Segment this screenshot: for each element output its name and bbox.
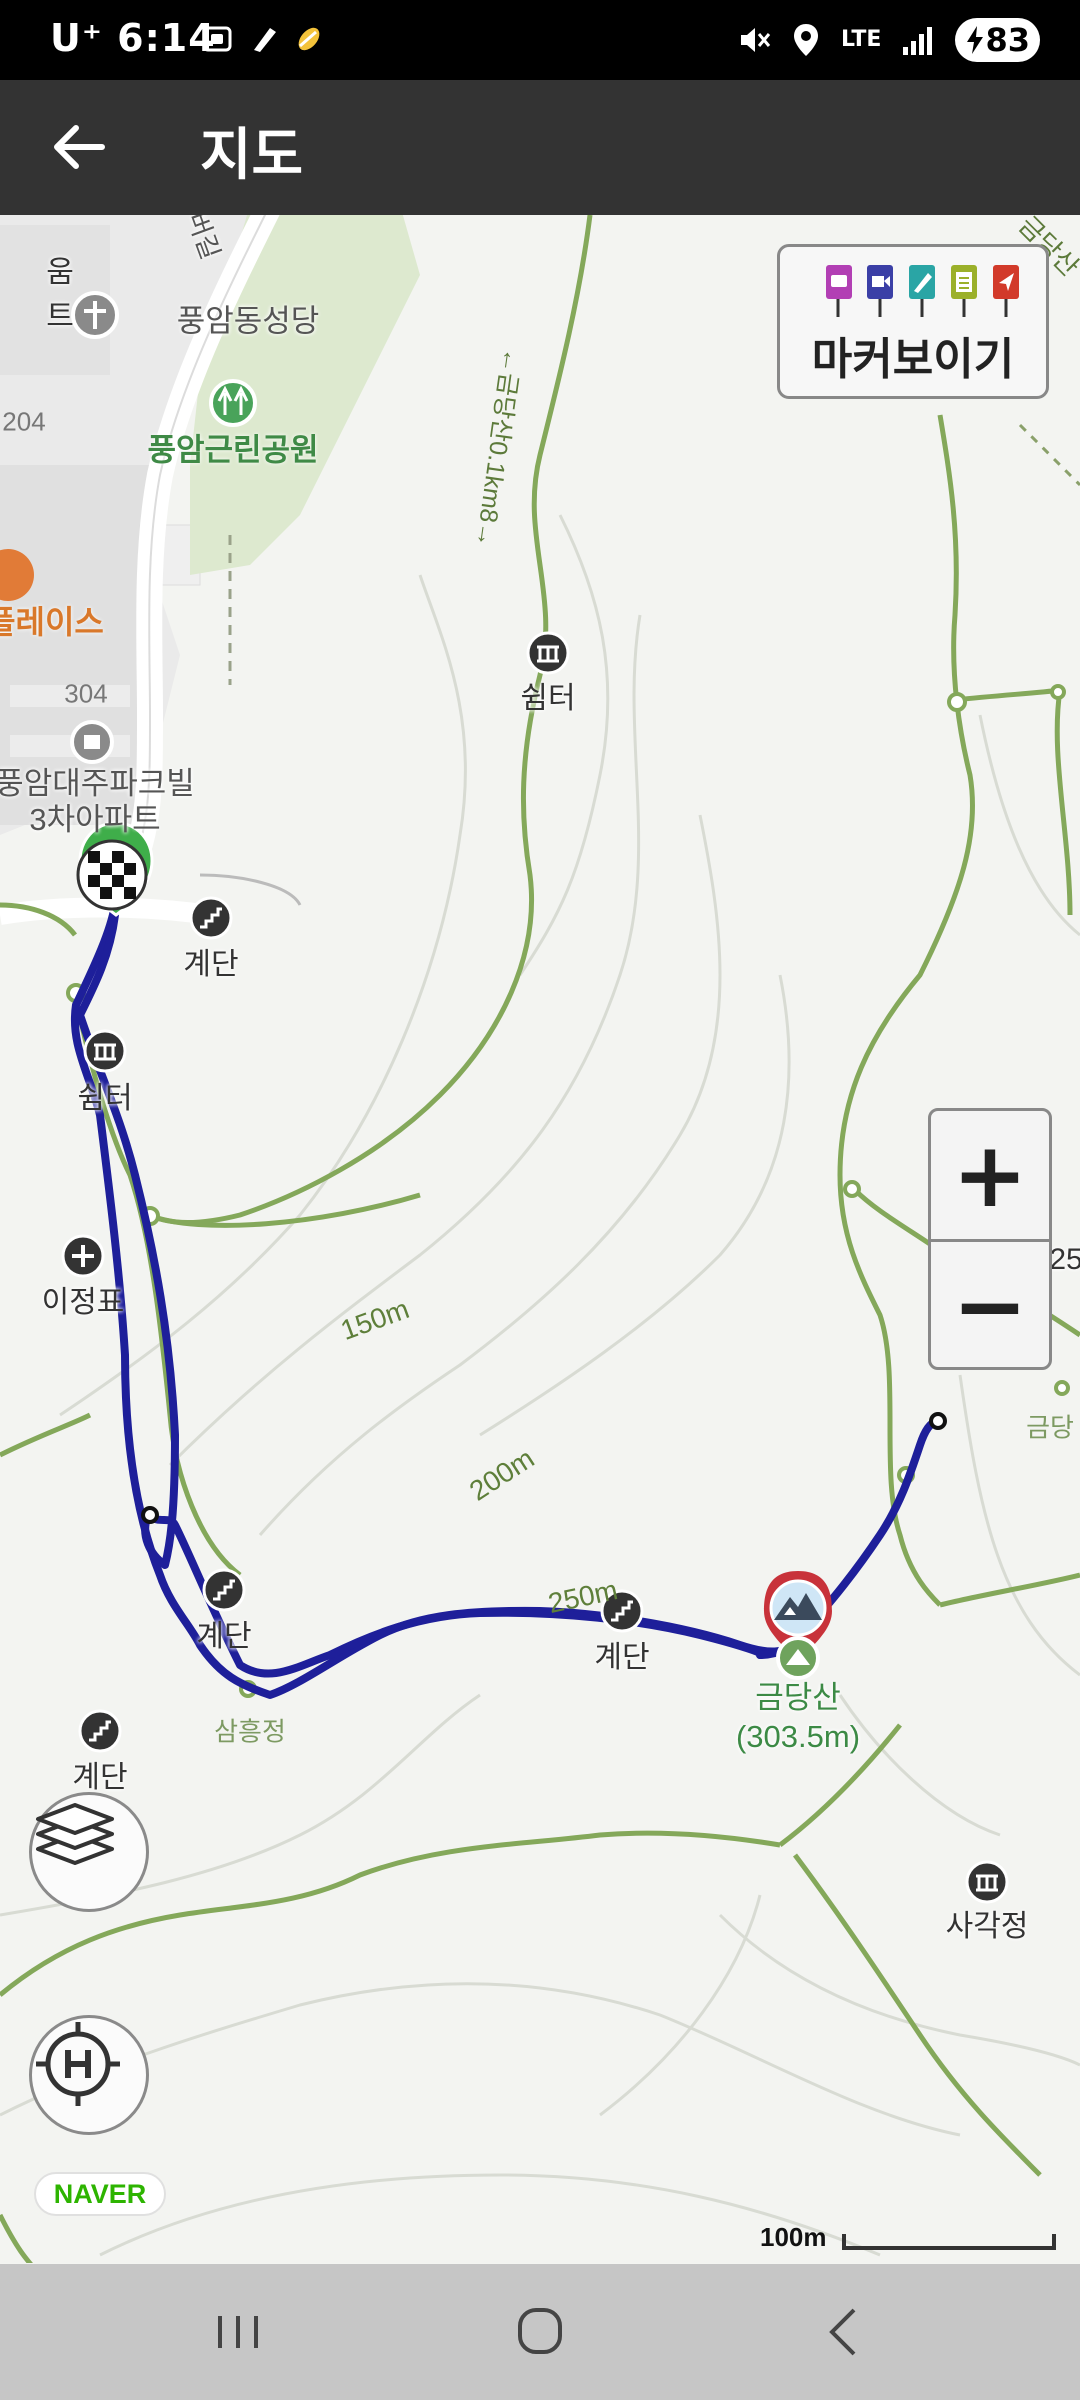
peak-height-label: (303.5m)	[735, 1719, 861, 1754]
poi-label-stairs: 계단	[594, 1641, 650, 1674]
poi-label-stairs: 계단	[183, 948, 239, 981]
naver-logo: NAVER	[34, 2172, 166, 2216]
park-label: 풍암근린공원	[147, 432, 319, 468]
system-nav-bar	[0, 2264, 1080, 2400]
network-type: LTE	[841, 27, 882, 52]
signal-icon	[903, 27, 933, 55]
location-icon	[794, 24, 819, 56]
battery-charging-icon	[967, 26, 984, 54]
pen-icon	[909, 265, 935, 317]
map-canvas[interactable]	[0, 215, 1080, 2263]
status-bar: U⁺ 6:14 LTE 83	[0, 0, 1080, 80]
layers-icon	[36, 1803, 114, 1865]
building-number: 204	[2, 406, 46, 437]
app-icon	[298, 27, 320, 51]
trail-label: 금당	[1026, 1412, 1074, 1443]
zoom-control: + −	[928, 1108, 1052, 1370]
pavilion-label: 사각정	[945, 1910, 1029, 1943]
zoom-in-button[interactable]: +	[931, 1111, 1049, 1239]
place-label: 플레이스	[0, 604, 104, 640]
map-label-edge: 트	[46, 300, 74, 333]
peak-name-label: 금당산	[755, 1680, 841, 1715]
screenshot-icon	[202, 26, 232, 52]
map-view[interactable]: 움 트 버길 풍암동성당 풍암근린공원 204 플레이스 304 풍암대주파크빌…	[0, 215, 1080, 2263]
marker-flags	[826, 265, 1019, 317]
scale-bar	[842, 2234, 1056, 2250]
route-point	[141, 1506, 159, 1524]
back-icon[interactable]	[804, 2296, 884, 2368]
scale-label: 100m	[760, 2222, 827, 2252]
map-label-edge: 움	[46, 256, 74, 289]
app-bar: 지도	[0, 80, 1080, 215]
home-icon[interactable]	[500, 2296, 580, 2368]
carrier: U⁺	[50, 16, 103, 60]
navigate-icon	[993, 265, 1019, 317]
church-label: 풍암동성당	[176, 303, 320, 339]
pavilion-label: 삼흥정	[214, 1716, 286, 1747]
show-markers-label: 마커보이기	[811, 334, 1015, 385]
poi-label-milestone: 이정표	[41, 1286, 125, 1319]
poi-label-stairs: 계단	[196, 1620, 252, 1653]
camera-icon	[826, 265, 852, 317]
arrow-left-icon[interactable]	[46, 114, 112, 180]
battery-indicator: 83	[955, 18, 1040, 62]
tree-icon	[209, 379, 257, 427]
poi-label-shelter: 쉼터	[77, 1082, 133, 1115]
building-number: 304	[64, 678, 108, 709]
poi-label-stairs: 계단	[72, 1761, 128, 1794]
recent-apps-icon[interactable]	[198, 2296, 278, 2368]
mute-icon	[741, 28, 771, 52]
video-icon	[867, 265, 893, 317]
zoom-out-button[interactable]: −	[931, 1242, 1049, 1370]
memo-icon	[951, 265, 977, 317]
poi-label-shelter: 쉼터	[520, 682, 576, 715]
layers-button[interactable]	[29, 1792, 149, 1912]
apartment-label: 풍암대주파크빌 3차아파트	[0, 766, 195, 837]
home-location-icon	[36, 2022, 120, 2106]
page-title: 지도	[200, 123, 304, 188]
map-label-edge: 25	[1049, 1243, 1080, 1276]
route-point	[929, 1412, 947, 1430]
app-icon	[254, 28, 276, 52]
battery-level: 83	[985, 21, 1030, 59]
show-markers-button[interactable]: 마커보이기	[777, 244, 1049, 399]
home-location-button[interactable]	[29, 2015, 149, 2135]
